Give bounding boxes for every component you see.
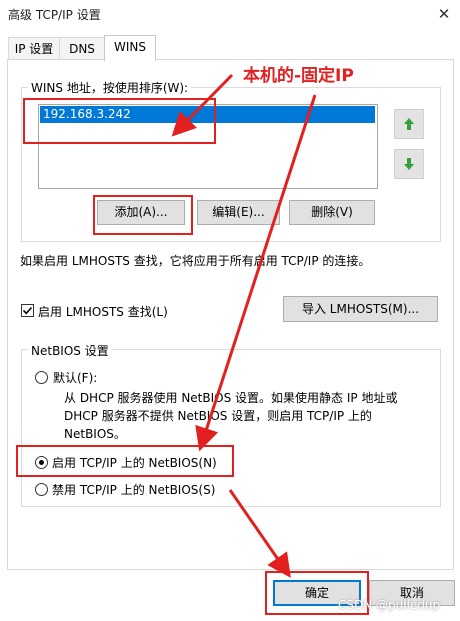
window-title: 高级 TCP/IP 设置 (8, 8, 101, 22)
default-description-line-2: DHCP 服务器不提供 NetBIOS 设置，则启用 TCP/IP 上的 (64, 409, 372, 423)
list-item[interactable]: 192.168.3.242 (40, 106, 375, 123)
tab-wins[interactable]: WINS (104, 35, 156, 61)
arrow-down-icon (404, 158, 414, 170)
wins-address-list[interactable]: 192.168.3.242 (38, 104, 378, 189)
default-description-line-3: NetBIOS。 (64, 427, 126, 441)
title-bar: 高级 TCP/IP 设置 ✕ (0, 0, 460, 30)
delete-button[interactable]: 删除(V) (289, 200, 375, 225)
move-down-button[interactable] (394, 149, 424, 179)
lmhosts-checkbox-label[interactable]: 启用 LMHOSTS 查找(L) (38, 303, 168, 320)
radio-disable-netbios[interactable] (35, 483, 48, 496)
import-lmhosts-button[interactable]: 导入 LMHOSTS(M)... (283, 296, 438, 322)
tab-ip-settings[interactable]: IP 设置 (8, 37, 60, 60)
move-up-button[interactable] (394, 109, 424, 139)
arrow-up-icon (404, 118, 414, 130)
radio-enable-netbios-label[interactable]: 启用 TCP/IP 上的 NetBIOS(N) (52, 454, 217, 471)
close-icon[interactable]: ✕ (430, 2, 458, 26)
radio-default-label[interactable]: 默认(F): (53, 369, 97, 386)
watermark: CSDN @pulledup (338, 598, 441, 612)
annotation-label: 本机的-固定IP (243, 66, 354, 86)
add-button[interactable]: 添加(A)... (97, 200, 185, 225)
netbios-group-label: NetBIOS 设置 (28, 342, 112, 359)
edit-button[interactable]: 编辑(E)... (197, 200, 280, 225)
radio-disable-netbios-label[interactable]: 禁用 TCP/IP 上的 NetBIOS(S) (52, 481, 215, 498)
radio-default[interactable] (35, 371, 48, 384)
default-description-line-1: 从 DHCP 服务器使用 NetBIOS 设置。如果使用静态 IP 地址或 (64, 391, 398, 405)
radio-enable-netbios[interactable] (35, 456, 48, 469)
wins-group-label: WINS 地址，按使用排序(W): (28, 79, 192, 96)
lmhosts-checkbox[interactable] (21, 304, 34, 317)
tab-dns[interactable]: DNS (59, 37, 105, 60)
checkmark-icon (22, 306, 33, 315)
lmhosts-description: 如果启用 LMHOSTS 查找，它将应用于所有启用 TCP/IP 的连接。 (20, 254, 371, 268)
